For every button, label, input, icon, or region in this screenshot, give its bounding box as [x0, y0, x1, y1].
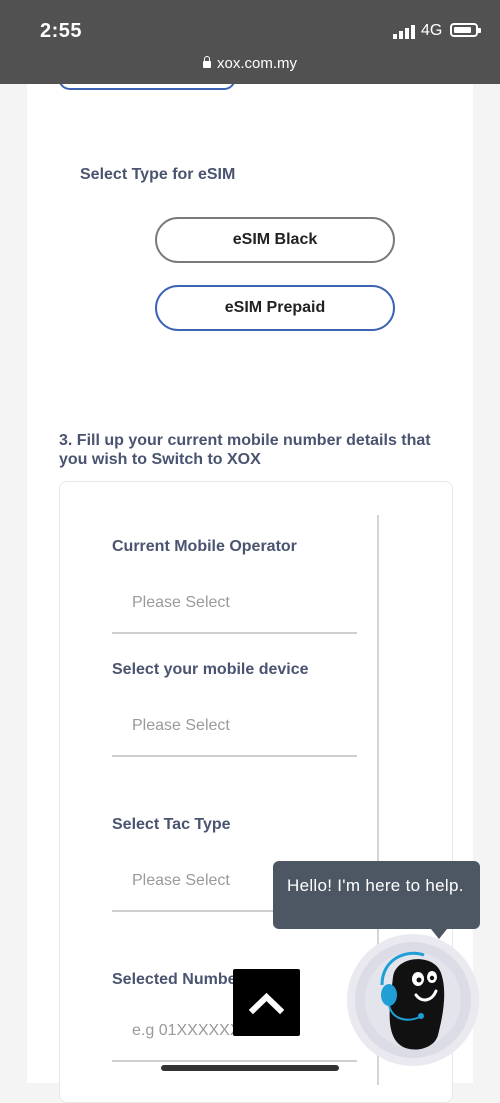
device-label: Select your mobile device [112, 661, 309, 678]
network-type: 4G [421, 22, 443, 39]
esim-prepaid-button[interactable]: eSIM Prepaid [155, 285, 395, 331]
battery-icon [450, 23, 481, 37]
esim-type-heading: Select Type for eSIM [80, 166, 236, 183]
step-3-heading: 3. Fill up your current mobile number de… [59, 432, 431, 468]
chat-greeting-text: Hello! I'm here to help. [287, 876, 464, 895]
tac-type-label: Select Tac Type [112, 816, 231, 833]
scroll-to-top-button[interactable] [233, 969, 300, 1036]
chat-assistant-avatar[interactable] [346, 933, 480, 1067]
esim-black-button[interactable]: eSIM Black [155, 217, 395, 263]
selected-number-label: Selected Numbe [112, 971, 237, 988]
chevron-up-icon [249, 992, 284, 1015]
clock: 2:55 [40, 20, 83, 42]
device-select[interactable]: Please Select [112, 717, 357, 757]
operator-label: Current Mobile Operator [112, 538, 297, 555]
operator-select[interactable]: Please Select [112, 594, 357, 634]
status-bar: 2:55 4G xox.com.my [0, 0, 500, 84]
chat-greeting-bubble[interactable]: Hello! I'm here to help. [273, 861, 480, 939]
address-bar[interactable]: xox.com.my [0, 55, 500, 72]
home-indicator [161, 1065, 339, 1071]
signal-icon [393, 25, 415, 39]
lock-icon [202, 56, 211, 68]
url-text: xox.com.my [216, 55, 297, 72]
